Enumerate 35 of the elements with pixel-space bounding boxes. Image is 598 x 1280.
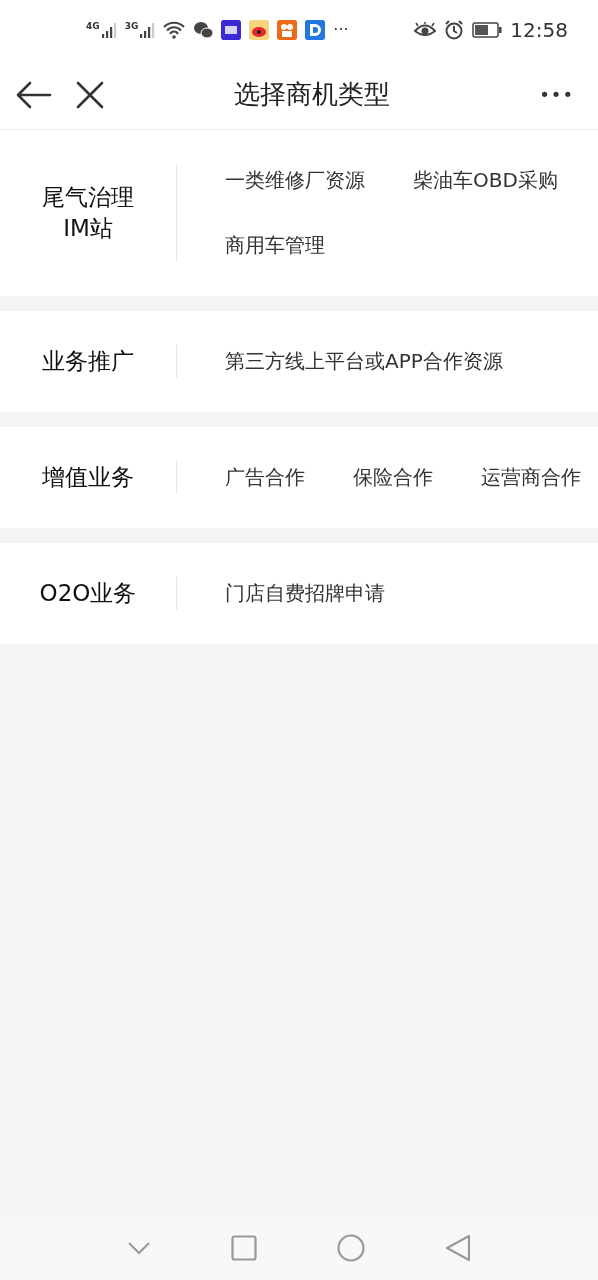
close-icon[interactable] xyxy=(76,80,104,109)
option-link[interactable]: 广告合作 xyxy=(225,445,305,510)
clock-time: 12:58 xyxy=(510,17,568,44)
category-label: 尾气治理 IM站 xyxy=(42,182,134,243)
back-icon[interactable] xyxy=(16,80,52,109)
triangle-back-icon[interactable] xyxy=(445,1233,471,1262)
app-icon xyxy=(221,20,242,40)
circle-icon[interactable] xyxy=(337,1233,365,1262)
option-link[interactable]: 商用车管理 xyxy=(225,213,325,278)
option-link[interactable]: 保险合作 xyxy=(353,445,433,510)
signal-icon xyxy=(100,22,117,38)
square-icon[interactable] xyxy=(231,1234,257,1261)
category-label: 业务推广 xyxy=(42,346,134,376)
option-link[interactable]: 运营商合作 xyxy=(481,445,581,510)
option-link[interactable]: 门店自费招牌申请 xyxy=(225,561,385,626)
wifi-icon xyxy=(163,21,186,39)
network-type: 3G xyxy=(124,22,139,31)
battery-icon xyxy=(472,22,503,38)
chat-icon xyxy=(193,21,214,39)
network-type: 4G xyxy=(86,22,100,31)
option-link[interactable]: 第三方线上平台或APP合作资源 xyxy=(225,329,503,394)
app-icon xyxy=(305,20,326,40)
more-button[interactable]: ••• xyxy=(539,81,574,108)
more-notifications: ··· xyxy=(333,19,349,41)
signal-icon xyxy=(139,22,156,38)
option-link[interactable]: 一类维修厂资源 xyxy=(225,148,365,213)
category-label: O2O业务 xyxy=(39,578,137,608)
category-label: 增值业务 xyxy=(42,462,134,492)
eye-icon xyxy=(414,22,437,38)
page-title: 选择商机类型 xyxy=(233,78,390,111)
chevron-down-icon[interactable] xyxy=(127,1240,151,1255)
app-icon xyxy=(249,20,270,40)
alarm-icon xyxy=(444,20,465,40)
option-link[interactable]: 柴油车OBD采购 xyxy=(413,148,558,213)
app-icon xyxy=(277,20,298,40)
